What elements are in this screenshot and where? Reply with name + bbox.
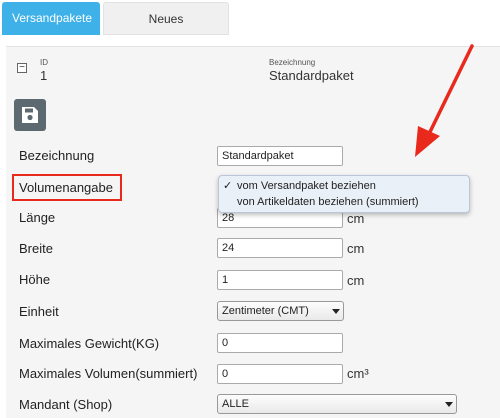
breite-label: Breite [19,241,53,256]
tab-bar: Versandpakete Neues Versandpaket [0,0,500,59]
einheit-select-value: Zentimeter (CMT) [222,305,309,317]
laenge-unit: cm [347,211,365,226]
einheit-label: Einheit [19,304,59,319]
breite-unit: cm [347,241,365,256]
volumenangabe-highlight-box [12,174,122,201]
collapse-toggle[interactable]: − [17,63,27,73]
chevron-down-icon [445,402,453,407]
dropdown-option-label: vom Versandpaket beziehen [237,180,376,192]
save-button[interactable] [14,99,46,131]
mandant-select[interactable]: ALLE [217,394,457,414]
mandant-label: Mandant (Shop) [19,397,113,412]
max-volumen-input[interactable]: 0 [217,364,343,384]
hoehe-label: Höhe [19,272,51,287]
id-label: ID [40,58,48,67]
breite-input[interactable]: 24 [217,238,343,258]
laenge-label: Länge [19,210,56,225]
id-value: 1 [40,68,48,83]
mandant-select-value: ALLE [222,398,249,410]
max-gewicht-input[interactable]: 0 [217,333,343,353]
tab-versandpakete[interactable]: Versandpakete [2,2,100,35]
max-gewicht-label: Maximales Gewicht(KG) [19,336,160,351]
hoehe-input[interactable]: 1 [217,270,343,290]
bezeichnung-label: Bezeichnung [19,148,95,163]
einheit-select[interactable]: Zentimeter (CMT) [217,301,344,321]
dropdown-option-versandpaket[interactable]: ✓ vom Versandpaket beziehen [223,179,376,194]
save-icon [22,107,38,123]
dropdown-option-artikeldaten[interactable]: von Artikeldaten beziehen (summiert) [223,195,419,210]
check-icon: ✓ [223,180,233,192]
content-panel [6,46,500,418]
chevron-down-icon [332,309,340,314]
max-volumen-label: Maximales Volumen(summiert) [19,366,198,381]
dropdown-option-label: von Artikeldaten beziehen (summiert) [237,196,419,208]
bezeichnung-input[interactable]: Standardpaket [217,146,343,166]
volumenangabe-dropdown[interactable]: ✓ vom Versandpaket beziehen von Artikelda… [218,175,470,213]
max-volumen-unit: cm³ [347,366,369,381]
tab-neues-versandpaket[interactable]: Neues Versandpaket [103,2,229,59]
bezeichnung-header-label: Bezeichnung [269,58,316,67]
bezeichnung-header-value: Standardpaket [269,68,354,83]
hoehe-unit: cm [347,273,365,288]
